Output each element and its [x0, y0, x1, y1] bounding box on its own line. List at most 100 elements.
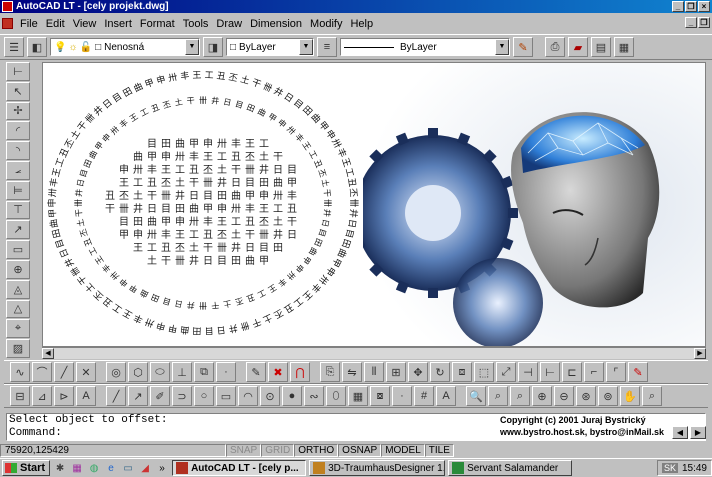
hook-icon[interactable]: ⊃ [172, 386, 192, 406]
layers-icon[interactable]: ☰ [4, 37, 24, 57]
chevron-down-icon[interactable]: ▼ [299, 39, 313, 55]
linetype-icon[interactable]: ≡ [317, 37, 337, 57]
stretch-icon[interactable]: ⬚ [474, 362, 494, 382]
line-icon[interactable]: ╱ [54, 362, 74, 382]
quicklaunch-folder-icon[interactable]: ▦ [70, 461, 84, 475]
autocad-app-icon[interactable] [2, 1, 13, 12]
zoom-realtime-icon[interactable]: 🔍 [466, 386, 486, 406]
hatch-pattern-icon[interactable]: # [414, 386, 434, 406]
center-mark-icon[interactable]: ⊕ [6, 259, 30, 279]
text-style-icon[interactable]: A [76, 386, 96, 406]
plot-icon[interactable]: ▰ [568, 37, 588, 57]
task-autocad[interactable]: AutoCAD LT - [cely p... [172, 460, 307, 476]
circle-arc-icon[interactable]: ◝ [6, 141, 30, 160]
move-icon[interactable]: ✥ [408, 362, 428, 382]
rectangle-icon[interactable]: ▭ [216, 386, 236, 406]
doc-restore-button[interactable]: ❐ [698, 17, 710, 28]
linear-dimension-icon[interactable]: ⊨ [6, 180, 30, 200]
scroll-right-icon[interactable]: ▶ [690, 426, 706, 439]
grid-toggle[interactable]: GRID [261, 443, 295, 457]
aligned-dimension-icon[interactable]: ⊤ [6, 200, 30, 220]
region-icon[interactable]: ⧇ [370, 386, 390, 406]
menu-view[interactable]: View [69, 18, 101, 30]
table-icon[interactable]: ▦ [348, 386, 368, 406]
snap-toggle[interactable]: SNAP [226, 443, 262, 457]
insert-block-icon[interactable]: ⧉ [194, 362, 214, 382]
menu-dimension[interactable]: Dimension [246, 18, 306, 30]
baseline-icon[interactable]: ⊳ [54, 386, 74, 406]
extend-icon[interactable]: ⊢ [540, 362, 560, 382]
circle-icon[interactable]: ◎ [106, 362, 126, 382]
ray-tool-icon[interactable]: ↖ [6, 81, 30, 101]
filled-circle-icon[interactable]: ● [282, 386, 302, 406]
arc-icon[interactable]: ◠ [238, 386, 258, 406]
hatch-icon[interactable]: ▨ [6, 339, 30, 358]
line-tool-icon[interactable]: ⊢ [6, 62, 30, 81]
linetype-dropdown[interactable]: ByLayer ▼ [340, 38, 510, 56]
menu-draw[interactable]: Draw [212, 18, 246, 30]
task-salamander[interactable]: Servant Salamander [448, 460, 573, 476]
dimension-icon[interactable]: ⊟ [10, 386, 30, 406]
diagonal-arrow-icon[interactable]: ↗ [128, 386, 148, 406]
quicklaunch-app-icon[interactable]: ✱ [53, 461, 67, 475]
menu-modify[interactable]: Modify [306, 18, 346, 30]
diagonal-line-icon[interactable]: ╱ [106, 386, 126, 406]
ellipse-arc-icon[interactable]: ⬯ [326, 386, 346, 406]
quicklaunch-overflow[interactable]: » [155, 461, 169, 475]
pen-icon[interactable]: ✐ [150, 386, 170, 406]
model-toggle[interactable]: MODEL [381, 443, 425, 457]
restore-button[interactable]: ❐ [685, 1, 697, 12]
triangle-icon[interactable]: △ [6, 299, 30, 319]
clock[interactable]: 15:49 [682, 463, 707, 474]
zoom-extents-icon[interactable]: ⊚ [598, 386, 618, 406]
erase-icon[interactable]: ✖ [268, 362, 288, 382]
menu-tools[interactable]: Tools [179, 18, 213, 30]
match-properties-icon[interactable]: ✎ [513, 37, 533, 57]
dot-icon[interactable]: · [392, 386, 412, 406]
polygon-icon[interactable]: ⬡ [128, 362, 148, 382]
scale-icon[interactable]: ⧈ [452, 362, 472, 382]
horizontal-scrollbar[interactable]: ◀ ▶ [42, 347, 706, 359]
explode-icon[interactable]: ✎ [628, 362, 648, 382]
menu-insert[interactable]: Insert [100, 18, 136, 30]
trim-icon[interactable]: ⊣ [518, 362, 538, 382]
donut-icon[interactable]: ○ [194, 386, 214, 406]
quicklaunch-browser-icon[interactable]: ◍ [87, 461, 101, 475]
radius-dimension-icon[interactable]: ◬ [6, 279, 30, 299]
leader-icon[interactable]: ↗ [6, 220, 30, 240]
make-current-icon[interactable]: ◨ [203, 37, 223, 57]
menu-edit[interactable]: Edit [42, 18, 69, 30]
circle-center-icon[interactable]: ⊙ [260, 386, 280, 406]
menu-format[interactable]: Format [136, 18, 179, 30]
ucs-icon[interactable]: ⊥ [172, 362, 192, 382]
print-icon[interactable]: ⎙ [545, 37, 565, 57]
help-book-icon[interactable]: ▦ [614, 37, 634, 57]
title-bar[interactable]: AutoCAD LT - [cely projekt.dwg] _ ❐ × [0, 0, 712, 13]
drawing-canvas[interactable]: 卌井日目田曲甲申卅丰王工丑丕土干卌井日目田曲甲申卅丰王工丑丕土干卌井日目田曲甲申… [42, 62, 706, 347]
layer-dropdown[interactable]: 💡 ☼ 🔓 □ Nenosná ▼ [50, 38, 200, 56]
document-icon[interactable] [2, 18, 13, 29]
close-button[interactable]: × [698, 1, 710, 12]
start-button[interactable]: Start [2, 460, 51, 476]
tile-toggle[interactable]: TILE [424, 443, 454, 457]
zoom-scale-icon[interactable]: ⌕ [642, 386, 662, 406]
menu-file[interactable]: File [16, 18, 42, 30]
ortho-toggle[interactable]: ORTHO [294, 443, 339, 457]
quick-dimension-icon[interactable]: ⊿ [32, 386, 52, 406]
chevron-down-icon[interactable]: ▼ [495, 39, 509, 55]
mirror-icon[interactable]: ⇋ [342, 362, 362, 382]
zoom-window-icon[interactable]: ⌕ [488, 386, 508, 406]
revcloud-icon[interactable]: ∾ [304, 386, 324, 406]
multiline-text-icon[interactable]: A [436, 386, 456, 406]
color-dropdown[interactable]: □ ByLayer ▼ [226, 38, 314, 56]
point-icon[interactable]: · [216, 362, 236, 382]
task-traumhaus[interactable]: 3D-TraumhausDesigner 1... [309, 460, 446, 476]
chamfer-icon[interactable]: ⌐ [584, 362, 604, 382]
magnet-icon[interactable]: ⋂ [290, 362, 310, 382]
quicklaunch-ie-icon[interactable]: e [104, 461, 118, 475]
angular-dimension-icon[interactable]: ⦟ [6, 160, 30, 180]
osnap-toggle[interactable]: OSNAP [338, 443, 382, 457]
block-icon[interactable]: ▭ [6, 240, 30, 259]
pan-icon[interactable]: ✋ [620, 386, 640, 406]
minimize-button[interactable]: _ [672, 1, 684, 12]
